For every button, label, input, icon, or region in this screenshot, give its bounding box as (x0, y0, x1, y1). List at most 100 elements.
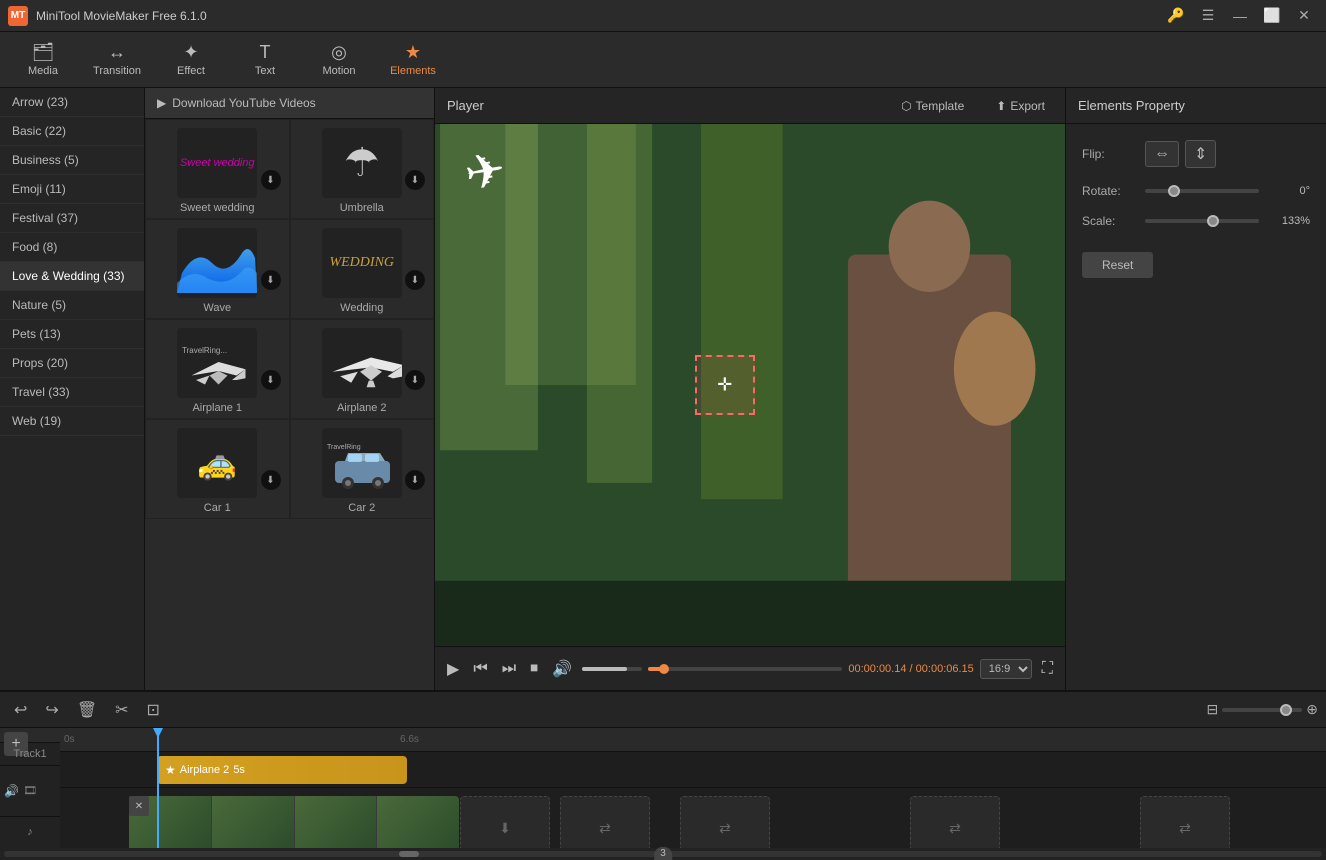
scale-slider[interactable] (1145, 219, 1259, 223)
cat-arrow[interactable]: Arrow (23) (0, 88, 144, 117)
transition-slot-2[interactable]: ⇄ (560, 796, 650, 848)
transition-slot-1[interactable]: ⬇ (460, 796, 550, 848)
stop-button[interactable]: ⏹ (526, 660, 542, 678)
cat-props[interactable]: Props (20) (0, 349, 144, 378)
download-umbrella[interactable]: ⬇ (405, 170, 425, 190)
close-button[interactable]: ✕ (1290, 6, 1318, 26)
volume-button[interactable]: 🔊 (548, 659, 576, 679)
clip-thumb-3 (295, 796, 377, 848)
toolbar-elements[interactable]: ★ Elements (378, 35, 448, 85)
export-label: Export (1010, 99, 1045, 113)
play-button[interactable]: ▶ (443, 659, 463, 679)
aspect-ratio-select[interactable]: 16:9 9:16 1:1 4:3 (980, 659, 1032, 679)
element-clip[interactable]: ★ Airplane 2 5s (157, 756, 407, 784)
zoom-slider[interactable] (1222, 708, 1302, 712)
clip-duration: 5s (233, 764, 245, 776)
delete-button[interactable]: 🗑 (71, 696, 103, 724)
fullscreen-button[interactable]: ⛶ (1038, 660, 1057, 678)
zoom-in-button[interactable]: ⊕ (1306, 701, 1318, 718)
remove-clip-button[interactable]: ✕ (129, 796, 149, 816)
cat-nature[interactable]: Nature (5) (0, 291, 144, 320)
el-name-car1: Car 1 (204, 502, 231, 514)
rotate-slider[interactable] (1145, 189, 1259, 193)
cat-travel[interactable]: Travel (33) (0, 378, 144, 407)
timeline: ↩ ↪ 🗑 ✂ ⊡ ⊟ ⊕ + Track1 🎞 🔊 (0, 690, 1326, 860)
video-track-icon: 🎞 (23, 784, 37, 797)
cat-food[interactable]: Food (8) (0, 233, 144, 262)
element-umbrella[interactable]: ☂ ⬇ Umbrella (290, 119, 435, 219)
reset-button[interactable]: Reset (1082, 252, 1153, 278)
export-button[interactable]: ⬆ Export (988, 95, 1053, 117)
toolbar-transition[interactable]: ↔ Transition (82, 35, 152, 85)
element-car2[interactable]: TravelRing ⬇ Car 2 (290, 419, 435, 519)
volume-fill (582, 667, 627, 671)
element-car1[interactable]: 🚕 ⬇ Car 1 (145, 419, 290, 519)
redo-button[interactable]: ↪ (39, 696, 64, 724)
element-wedding[interactable]: WEDDING ⬇ Wedding (290, 219, 435, 319)
toolbar-motion[interactable]: ◎ Motion (304, 35, 374, 85)
el-name-sweet-wedding: Sweet wedding (180, 202, 255, 214)
mute-button[interactable]: 🔊 (4, 784, 19, 798)
undo-button[interactable]: ↩ (8, 696, 33, 724)
cut-button[interactable]: ✂ (109, 696, 134, 724)
flip-vertical-button[interactable]: ⇕ (1185, 140, 1216, 168)
scale-row: Scale: 133% (1082, 214, 1310, 228)
cat-web[interactable]: Web (19) (0, 407, 144, 436)
menu-button[interactable]: ☰ (1194, 6, 1222, 26)
toolbar-motion-label: Motion (322, 65, 355, 77)
transition-download-icon: ⬇ (499, 820, 511, 837)
elements-icon: ★ (405, 42, 421, 63)
cat-basic[interactable]: Basic (22) (0, 117, 144, 146)
download-airplane1[interactable]: ⬇ (261, 370, 281, 390)
element-wave[interactable]: ⬇ Wave (145, 219, 290, 319)
download-wave[interactable]: ⬇ (261, 270, 281, 290)
download-wedding[interactable]: ⬇ (405, 270, 425, 290)
svg-text:TravelRing: TravelRing (327, 444, 361, 451)
video-clip[interactable] (129, 796, 459, 848)
current-time: 00:00:00.14 (848, 663, 906, 675)
scroll-thumb (399, 851, 419, 857)
video-track-row: ⬇ ⇄ ⇄ ⇄ ⇄ ✕ (60, 788, 1326, 848)
transition-slot-3[interactable]: ⇄ (680, 796, 770, 848)
cat-emoji[interactable]: Emoji (11) (0, 175, 144, 204)
download-car2[interactable]: ⬇ (405, 470, 425, 490)
transition-slot-4[interactable]: ⇄ (910, 796, 1000, 848)
cat-business[interactable]: Business (5) (0, 146, 144, 175)
next-frame-button[interactable]: ⏭ (498, 660, 520, 678)
prev-frame-button[interactable]: ⏮ (469, 660, 491, 678)
clip-thumb-2 (212, 796, 294, 848)
volume-slider[interactable] (582, 667, 642, 671)
el-preview-airplane1: TravelRing... (177, 328, 257, 398)
cat-pets[interactable]: Pets (13) (0, 320, 144, 349)
settings-button[interactable]: 🔑 (1162, 6, 1190, 26)
track-area[interactable]: 0s 6.6s ★ Airplane 2 5s (60, 728, 1326, 848)
progress-bar[interactable] (648, 667, 842, 671)
download-bar[interactable]: ▶ Download YouTube Videos (145, 88, 434, 119)
cat-festival[interactable]: Festival (37) (0, 204, 144, 233)
total-time: 00:00:06.15 (916, 663, 974, 675)
download-car1[interactable]: ⬇ (261, 470, 281, 490)
selection-cursor: ✛ (717, 375, 732, 396)
player-title: Player (447, 98, 877, 113)
download-airplane2[interactable]: ⬇ (405, 370, 425, 390)
toolbar-text[interactable]: T Text (230, 35, 300, 85)
toolbar-effect[interactable]: ✦ Effect (156, 35, 226, 85)
flip-horizontal-button[interactable]: ⇔ (1145, 141, 1179, 167)
app-title: MiniTool MovieMaker Free 6.1.0 (36, 9, 1162, 23)
download-sweet-wedding[interactable]: ⬇ (261, 170, 281, 190)
element-sweet-wedding[interactable]: Sweet wedding ⬇ Sweet wedding (145, 119, 290, 219)
template-button[interactable]: ⬡ Template (893, 95, 972, 117)
crop-button[interactable]: ⊡ (141, 696, 166, 724)
maximize-button[interactable]: ⬜ (1258, 6, 1286, 26)
rotate-value: 0° (1265, 185, 1310, 197)
element-airplane1[interactable]: TravelRing... ⬇ Airplane 1 (145, 319, 290, 419)
minimize-button[interactable]: — (1226, 6, 1254, 26)
cat-love-wedding[interactable]: Love & Wedding (33) (0, 262, 144, 291)
zoom-out-button[interactable]: ⊟ (1207, 701, 1219, 718)
toolbar-media[interactable]: 🗂 Media (8, 35, 78, 85)
scale-thumb (1207, 215, 1219, 227)
player-area: Player ⬡ Template ⬆ Export (435, 88, 1066, 690)
scale-label: Scale: (1082, 214, 1137, 228)
element-airplane2[interactable]: ⬇ Airplane 2 (290, 319, 435, 419)
transition-slot-5[interactable]: ⇄ (1140, 796, 1230, 848)
